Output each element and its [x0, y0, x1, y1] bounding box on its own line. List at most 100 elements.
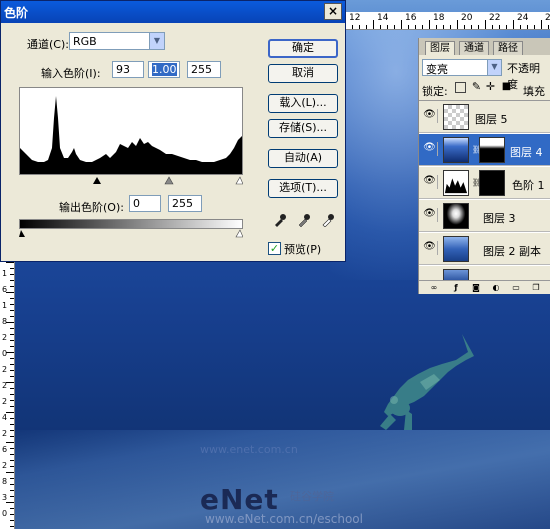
- ruler-tick: [10, 490, 14, 491]
- ruler-tick: [6, 412, 14, 413]
- fill-label: 填充: [523, 85, 545, 98]
- ruler-tick: [10, 508, 14, 509]
- link-layers-icon[interactable]: ∞: [429, 283, 439, 293]
- ruler-tick: [415, 25, 416, 29]
- layer-mask-thumbnail[interactable]: [479, 137, 505, 163]
- ruler-tick: [534, 25, 535, 29]
- new-group-icon[interactable]: ▭: [511, 283, 521, 293]
- input-levels-slider[interactable]: [19, 176, 243, 185]
- layers-toolbar: ∞ ƒ ◙ ◐ ▭ ❐: [419, 280, 550, 294]
- eye-icon[interactable]: 👁: [422, 109, 438, 123]
- layer-row[interactable]: 👁 图层 5: [419, 101, 550, 133]
- black-eyedropper-icon[interactable]: [275, 214, 286, 227]
- ruler-tick: [10, 430, 14, 431]
- gray-eyedropper-icon[interactable]: [298, 214, 310, 227]
- eye-icon[interactable]: 👁: [422, 241, 438, 255]
- input-black-field[interactable]: 93: [112, 61, 144, 78]
- ruler-left-number: 2: [2, 461, 8, 470]
- levels-adjustment-icon: [443, 170, 469, 196]
- chevron-down-icon[interactable]: ▼: [487, 60, 501, 75]
- output-levels-slider[interactable]: [19, 229, 243, 238]
- tab-layers[interactable]: 图层: [425, 41, 455, 55]
- add-mask-icon[interactable]: ◙: [471, 283, 481, 293]
- ruler-tick: [10, 298, 14, 299]
- save-button[interactable]: 存储(S)...: [268, 119, 338, 138]
- histogram: [19, 87, 243, 175]
- layer-name: 图层 3: [483, 212, 516, 225]
- tab-channels[interactable]: 通道: [459, 41, 489, 55]
- ruler-tick: [450, 25, 451, 29]
- ruler-tick: [471, 25, 472, 29]
- input-black-handle[interactable]: [93, 177, 101, 184]
- diver-image: [380, 334, 474, 430]
- ruler-left-number: 3: [2, 493, 8, 502]
- adjustment-layer-icon[interactable]: ◐: [491, 283, 501, 293]
- layer-style-icon[interactable]: ƒ: [451, 283, 461, 293]
- ruler-left-number: 2: [2, 381, 8, 390]
- lock-move-icon[interactable]: ✛: [485, 81, 496, 93]
- channel-select[interactable]: RGB ▼: [69, 32, 165, 50]
- ruler-tick: [457, 20, 458, 29]
- lock-all-icon[interactable]: ■: [501, 82, 512, 93]
- cancel-button[interactable]: 取消: [268, 64, 338, 83]
- ruler-tick: [10, 418, 14, 419]
- auto-button[interactable]: 自动(A): [268, 149, 338, 168]
- ruler-tick: [10, 274, 14, 275]
- ruler-tick: [10, 406, 14, 407]
- ruler-left[interactable]: 1618202224262830: [0, 262, 15, 529]
- input-white-field[interactable]: 255: [187, 61, 221, 78]
- lock-brush-icon[interactable]: ✎: [471, 81, 482, 93]
- ruler-tick: [10, 400, 14, 401]
- input-white-handle[interactable]: [235, 176, 243, 185]
- ruler-tick: [6, 472, 14, 473]
- layer-row[interactable]: 👁 图层 2 副本: [419, 233, 550, 265]
- eye-icon[interactable]: 👁: [422, 175, 438, 189]
- levels-dialog: 色阶 × 通道(C): RGB ▼ 输入色阶(I): 93 1.00 255 输…: [0, 0, 346, 262]
- output-white-handle[interactable]: [235, 229, 243, 238]
- ruler-tick: [10, 310, 14, 311]
- layer-row-selected[interactable]: 👁 ⛓ 图层 4: [419, 134, 550, 166]
- ruler-tick: [10, 358, 14, 359]
- dialog-title: 色阶: [4, 6, 29, 20]
- eye-icon[interactable]: 👁: [422, 142, 438, 156]
- output-black-handle[interactable]: [19, 230, 25, 237]
- ruler-top-number: 14: [377, 13, 389, 23]
- options-button[interactable]: 选项(T)...: [268, 179, 338, 198]
- dialog-title-bar[interactable]: 色阶 ×: [1, 1, 345, 23]
- ruler-tick: [548, 25, 549, 29]
- ruler-tick: [506, 25, 507, 29]
- blend-mode-select[interactable]: 变亮 ▼: [422, 59, 502, 76]
- ruler-top[interactable]: 12141618202224262830: [345, 12, 550, 30]
- ruler-tick: [6, 322, 14, 323]
- channel-label: 通道(C):: [27, 38, 69, 51]
- new-layer-icon[interactable]: ❐: [531, 283, 541, 293]
- ruler-tick: [10, 526, 14, 527]
- ruler-tick: [6, 292, 14, 293]
- chevron-down-icon[interactable]: ▼: [149, 33, 164, 49]
- preview-checkbox[interactable]: ✓: [268, 242, 281, 255]
- ruler-tick: [10, 454, 14, 455]
- ruler-tick: [485, 20, 486, 29]
- layer-row[interactable]: 👁 图层 3: [419, 200, 550, 232]
- tab-paths[interactable]: 路径: [493, 41, 523, 55]
- eye-icon[interactable]: 👁: [422, 208, 438, 222]
- layer-row[interactable]: 👁 ⛓ 色阶 1: [419, 167, 550, 199]
- ruler-tick: [373, 20, 374, 29]
- layer-thumbnail: [443, 137, 469, 163]
- ruler-tick: [527, 25, 528, 29]
- ruler-tick: [6, 382, 14, 383]
- white-eyedropper-icon[interactable]: [322, 214, 334, 227]
- ruler-tick: [366, 25, 367, 29]
- input-gamma-field[interactable]: 1.00: [148, 61, 180, 78]
- output-white-field[interactable]: 255: [168, 195, 202, 212]
- layer-row-partial[interactable]: [419, 266, 550, 280]
- load-button[interactable]: 载入(L)...: [268, 94, 338, 113]
- layer-thumbnail: [443, 104, 469, 130]
- ruler-tick: [10, 496, 14, 497]
- close-button[interactable]: ×: [324, 3, 342, 20]
- ok-button[interactable]: 确定: [268, 39, 338, 58]
- lock-transparency-icon[interactable]: [455, 82, 466, 93]
- input-gamma-handle[interactable]: [164, 176, 174, 185]
- layer-mask-thumbnail[interactable]: [479, 170, 505, 196]
- output-black-field[interactable]: 0: [129, 195, 161, 212]
